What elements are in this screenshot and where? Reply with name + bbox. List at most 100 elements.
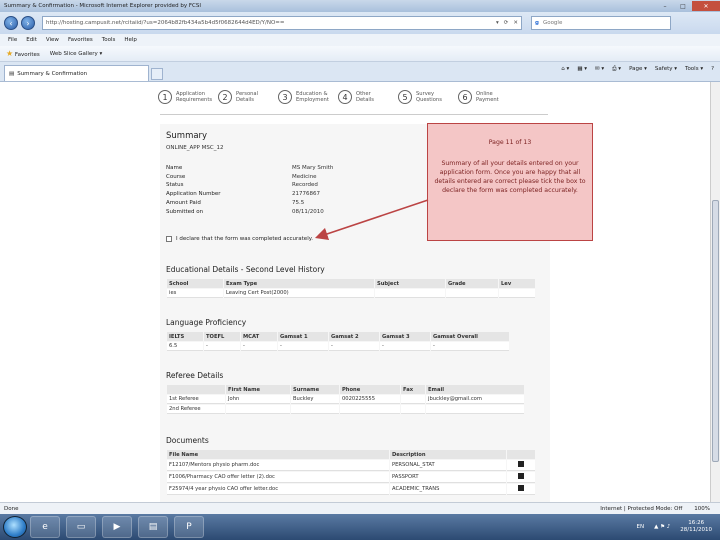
step-4[interactable]: 4 Other Details xyxy=(338,90,396,104)
web-slice-gallery[interactable]: Web Slice Gallery ▾ xyxy=(50,51,103,57)
table-cell: 0020225555 xyxy=(340,395,400,404)
menu-view[interactable]: View xyxy=(46,37,59,43)
step-label-line2: Details xyxy=(236,97,254,103)
document-taskbar-icon[interactable]: ▤ xyxy=(138,516,168,538)
back-button[interactable]: ‹ xyxy=(4,16,18,30)
language-indicator[interactable]: EN xyxy=(637,524,645,530)
refresh-icon[interactable]: ⟳ xyxy=(504,20,509,26)
step-label: Survey Questions xyxy=(416,91,442,104)
table-cell: 1st Referee xyxy=(167,395,225,404)
table-header-row: First Name Surname Phone Fax Email xyxy=(167,385,524,394)
menu-file[interactable]: File xyxy=(8,37,17,43)
save-disk-icon[interactable] xyxy=(518,473,524,479)
declaration-label: I declare that the form was completed ac… xyxy=(176,236,313,242)
table-cell: ies xyxy=(167,289,223,298)
step-number: 6 xyxy=(458,90,472,104)
table-cell: Leaving Cert Post(2000) xyxy=(224,289,374,298)
declaration-row[interactable]: I declare that the form was completed ac… xyxy=(166,236,313,242)
column-header: Email xyxy=(426,385,524,394)
forward-button[interactable]: › xyxy=(21,16,35,30)
minimize-button[interactable]: – xyxy=(656,1,674,11)
menu-bar: File Edit View Favorites Tools Help xyxy=(0,34,720,46)
column-header: Surname xyxy=(291,385,339,394)
scrollbar-thumb[interactable] xyxy=(712,200,719,462)
step-label-line1: Education & xyxy=(296,90,328,97)
steps-divider xyxy=(160,114,548,115)
column-header: MCAT xyxy=(241,332,277,341)
taskbar: e ▭ ▶ ▤ P EN ▲ ⚑ ♪ 16:26 28/11/2010 xyxy=(0,514,720,540)
system-tray: EN ▲ ⚑ ♪ 16:26 28/11/2010 xyxy=(637,520,720,534)
ie-taskbar-icon[interactable]: e xyxy=(30,516,60,538)
step-label-line1: Survey xyxy=(416,90,435,97)
home-icon[interactable]: ⌂ ▾ xyxy=(561,66,569,73)
column-header: TOEFL xyxy=(204,332,240,341)
dropdown-icon[interactable]: ▾ xyxy=(496,20,499,26)
command-page[interactable]: Page ▾ xyxy=(629,66,647,73)
step-number: 5 xyxy=(398,90,412,104)
start-button[interactable] xyxy=(3,516,27,538)
progress-steps: 1 Application Requirements 2 Personal Details… xyxy=(158,90,516,104)
table-cell: - xyxy=(329,342,379,351)
menu-help[interactable]: Help xyxy=(124,37,137,43)
new-tab-button[interactable] xyxy=(151,68,163,80)
tab-summary[interactable]: ▤ Summary & Confirmation xyxy=(4,65,149,81)
maximize-button[interactable]: □ xyxy=(674,1,692,11)
tab-row: ▤ Summary & Confirmation ⌂ ▾ ▦ ▾ ✉ ▾ ⎙ ▾… xyxy=(0,62,720,82)
table-row: F1006/Pharmacy CAO offer letter (2).doc P… xyxy=(167,472,535,483)
step-6[interactable]: 6 Online Payment xyxy=(458,90,516,104)
vertical-scrollbar[interactable] xyxy=(710,82,720,502)
column-header: Exam Type xyxy=(224,279,374,288)
clock-date: 28/11/2010 xyxy=(680,527,712,533)
table-cell xyxy=(426,405,524,414)
menu-edit[interactable]: Edit xyxy=(26,37,37,43)
table-row: F25974/4 year physio CAO offer letter.do… xyxy=(167,484,535,495)
download-cell xyxy=(507,472,535,483)
powerpoint-taskbar-icon[interactable]: P xyxy=(174,516,204,538)
column-header: Lev xyxy=(499,279,535,288)
step-5[interactable]: 5 Survey Questions xyxy=(398,90,456,104)
step-3[interactable]: 3 Education & Employment xyxy=(278,90,336,104)
folder-taskbar-icon[interactable]: ▭ xyxy=(66,516,96,538)
table-row: 1st Referee John Buckley 0020225555 jbuckley… xyxy=(167,395,524,404)
tray-icons[interactable]: ▲ ⚑ ♪ xyxy=(654,524,670,530)
media-taskbar-icon[interactable]: ▶ xyxy=(102,516,132,538)
favorites-button[interactable]: ★ Favorites xyxy=(6,49,40,58)
address-url: http://hosting.campusit.net/rcitaiid/?us… xyxy=(46,20,285,26)
column-header: Subject xyxy=(375,279,445,288)
zoom-level[interactable]: 100% xyxy=(694,506,710,512)
step-number: 4 xyxy=(338,90,352,104)
search-input[interactable]: g Google xyxy=(531,16,671,30)
menu-favorites[interactable]: Favorites xyxy=(68,37,93,43)
save-disk-icon[interactable] xyxy=(518,461,524,467)
command-safety[interactable]: Safety ▾ xyxy=(655,66,677,73)
column-header: School xyxy=(167,279,223,288)
callout-page-number: Page 11 of 13 xyxy=(488,139,532,146)
table-cell xyxy=(401,405,425,414)
step-2[interactable]: 2 Personal Details xyxy=(218,90,276,104)
column-header: Gamsat 2 xyxy=(329,332,379,341)
table-header-row: School Exam Type Subject Grade Lev xyxy=(167,279,535,288)
referee-table: First Name Surname Phone Fax Email 1st Refere… xyxy=(166,384,525,415)
address-bar[interactable]: http://hosting.campusit.net/rcitaiid/?us… xyxy=(42,16,522,30)
table-cell: - xyxy=(431,342,509,351)
referee-title: Referee Details xyxy=(166,371,224,380)
feeds-icon[interactable]: ▦ ▾ xyxy=(577,66,587,73)
status-text: Done xyxy=(4,505,19,512)
declaration-checkbox[interactable] xyxy=(166,236,172,242)
column-header xyxy=(507,450,535,459)
print-icon[interactable]: ⎙ ▾ xyxy=(612,66,621,73)
step-number: 3 xyxy=(278,90,292,104)
close-button[interactable]: ✕ xyxy=(692,1,720,11)
save-disk-icon[interactable] xyxy=(518,485,524,491)
clock[interactable]: 16:26 28/11/2010 xyxy=(680,520,712,534)
help-icon[interactable]: ? xyxy=(711,66,714,73)
command-tools[interactable]: Tools ▾ xyxy=(685,66,703,73)
column-header: First Name xyxy=(226,385,290,394)
stop-icon[interactable]: ✕ xyxy=(513,20,518,26)
security-zone: Internet | Protected Mode: Off xyxy=(600,505,683,512)
mail-icon[interactable]: ✉ ▾ xyxy=(595,66,604,73)
menu-tools[interactable]: Tools xyxy=(102,37,116,43)
google-icon: g xyxy=(535,20,539,26)
field-label: Name xyxy=(166,165,183,171)
step-1[interactable]: 1 Application Requirements xyxy=(158,90,216,104)
